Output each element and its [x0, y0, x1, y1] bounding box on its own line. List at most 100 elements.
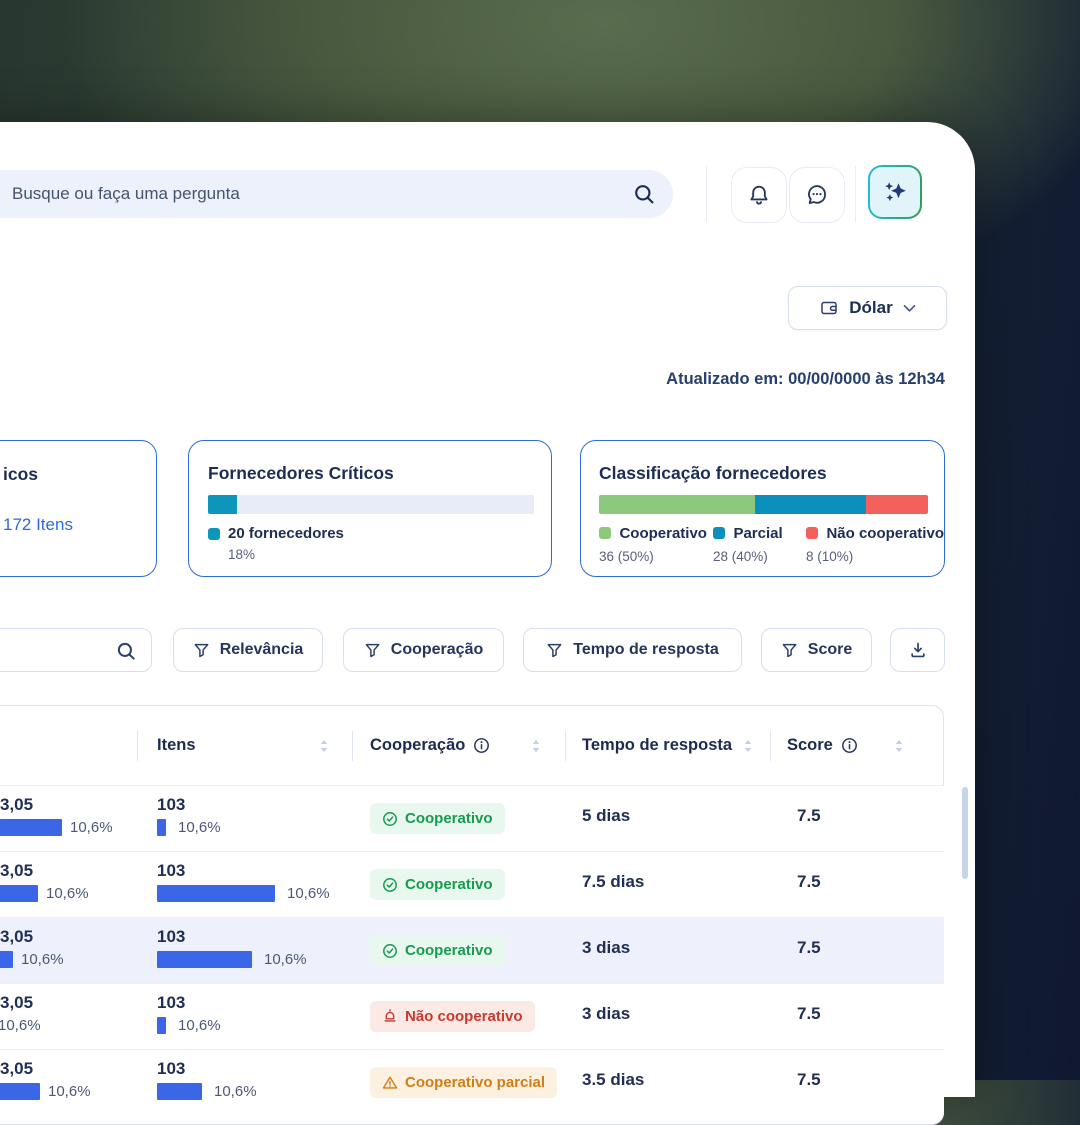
filter-button-relevancia[interactable]: Relevância — [173, 628, 323, 672]
score-cell: 7.5 — [797, 872, 821, 891]
itens-bar — [157, 885, 275, 902]
critical-suppliers-legend-swatch — [208, 528, 220, 540]
check-circle-icon — [382, 877, 398, 893]
column-divider — [770, 731, 771, 761]
itens-cell: 103 — [157, 1059, 186, 1078]
value-bar-group: 10,6% — [0, 951, 64, 968]
value-cell: 3,05 — [0, 1059, 34, 1078]
value-bar — [0, 951, 13, 968]
sort-icon[interactable] — [530, 738, 542, 754]
value-bar-group: 10,6% — [0, 1083, 91, 1100]
download-icon — [909, 641, 927, 659]
value-percent: 10,6% — [70, 819, 113, 836]
info-icon[interactable] — [841, 737, 858, 754]
value-cell: 3,05 — [0, 993, 34, 1012]
itens-cell: 103 — [157, 993, 186, 1012]
legend-value: 36 (50%) — [599, 549, 654, 564]
tempo-cell: 3.5 dias — [582, 1070, 645, 1089]
itens-bar-group: 10,6% — [157, 951, 307, 968]
card-title: icos — [3, 464, 39, 484]
value-cell: 3,05 — [0, 861, 34, 880]
wallet-icon — [819, 298, 839, 318]
filter-button-score[interactable]: Score — [761, 628, 872, 672]
card-title: Classificação fornecedores — [599, 463, 827, 483]
filter-label: Tempo de resposta — [573, 641, 719, 658]
value-cell: 3,05 — [0, 795, 34, 814]
value-bar — [0, 885, 38, 902]
legend-label: Não cooperativo — [826, 525, 944, 542]
tempo-cell: 3 dias — [582, 1004, 631, 1023]
value-bar-group: 10,6% — [0, 819, 113, 836]
card-critical-suppliers: Fornecedores Críticos 20 fornecedores 18… — [188, 440, 552, 577]
status-badge: Não cooperativo — [370, 1001, 535, 1032]
filter-label: Relevância — [219, 641, 304, 658]
sparkles-icon — [881, 178, 909, 206]
table-header: Itens Cooperação Tempo de resposta Score — [0, 705, 944, 785]
check-circle-icon — [382, 811, 398, 827]
itens-bar — [157, 819, 166, 836]
value-percent: 10,6% — [46, 885, 89, 902]
segment-partial — [755, 495, 867, 514]
search-icon[interactable] — [632, 182, 656, 206]
items-count-link[interactable]: 172 Itens — [3, 515, 73, 535]
messages-button[interactable] — [789, 167, 845, 223]
status-label: Cooperativo parcial — [405, 1074, 546, 1091]
ai-assistant-button[interactable] — [868, 165, 922, 219]
header-itens[interactable]: Itens — [157, 736, 196, 755]
header-tempo[interactable]: Tempo de resposta — [582, 736, 732, 755]
suppliers-progress-track — [208, 495, 534, 514]
sort-icon[interactable] — [893, 738, 905, 754]
table-row[interactable]: 3,05 10,6% 103 10,6% — [0, 1049, 944, 1115]
legend-label: Parcial — [733, 525, 783, 542]
funnel-icon — [193, 642, 210, 659]
warning-triangle-icon — [382, 1075, 398, 1091]
itens-bar-group: 10,6% — [157, 1017, 221, 1034]
table-row[interactable]: 3,05 10,6% 103 10,6% — [0, 917, 944, 983]
check-circle-icon — [382, 943, 398, 959]
filter-button-tempo[interactable]: Tempo de resposta — [523, 628, 742, 672]
vertical-scrollbar[interactable] — [962, 787, 968, 879]
column-divider — [352, 731, 353, 761]
filter-label: Cooperação — [390, 641, 484, 658]
filter-label: Score — [807, 641, 853, 658]
header-cooperacao[interactable]: Cooperação — [370, 736, 490, 755]
notifications-button[interactable] — [731, 167, 787, 223]
itens-cell: 103 — [157, 795, 186, 814]
value-cell: 3,05 — [0, 927, 34, 946]
segment-non-cooperative — [866, 495, 928, 514]
filter-button-cooperacao[interactable]: Cooperação — [343, 628, 504, 672]
search-input[interactable] — [0, 170, 673, 218]
info-icon[interactable] — [473, 737, 490, 754]
status-label: Não cooperativo — [405, 1008, 523, 1025]
header-score[interactable]: Score — [787, 736, 858, 755]
currency-label: Dólar — [849, 298, 893, 317]
export-button[interactable] — [890, 628, 945, 672]
itens-cell: 103 — [157, 861, 186, 880]
itens-percent: 10,6% — [178, 819, 221, 836]
status-badge: Cooperativo — [370, 803, 505, 834]
classification-legend-item: Parcial 28 (40%) — [713, 525, 783, 564]
table-search-input[interactable] — [0, 628, 152, 672]
status-badge: Cooperativo — [370, 935, 505, 966]
suppliers-legend-value: 18% — [228, 547, 256, 562]
tempo-cell: 3 dias — [582, 938, 631, 957]
currency-selector[interactable]: Dólar — [788, 286, 947, 330]
search-icon[interactable] — [115, 640, 137, 662]
status-badge: Cooperativo parcial — [370, 1067, 558, 1098]
table-row[interactable]: 3,05 10,6% 103 10,6% — [0, 983, 944, 1049]
value-percent: 10,6% — [48, 1083, 91, 1100]
legend-value: 8 (10%) — [806, 549, 854, 564]
table-row[interactable]: 3,05 10,6% 103 10,6% — [0, 785, 944, 851]
itens-bar — [157, 1083, 202, 1100]
funnel-icon — [781, 642, 798, 659]
funnel-icon — [546, 642, 563, 659]
sort-icon[interactable] — [318, 738, 330, 754]
sort-icon[interactable] — [742, 738, 754, 754]
value-bar — [0, 1083, 40, 1100]
divider — [706, 166, 707, 222]
table-rows: 3,05 10,6% 103 10,6% Cooperativo 5 dias … — [0, 785, 944, 1115]
segment-cooperative — [599, 495, 756, 514]
legend-swatch — [713, 527, 725, 539]
table-row[interactable]: 3,05 10,6% 103 10,6% — [0, 851, 944, 917]
card-supplier-classification: Classificação fornecedores Cooperativo 3… — [580, 440, 945, 577]
